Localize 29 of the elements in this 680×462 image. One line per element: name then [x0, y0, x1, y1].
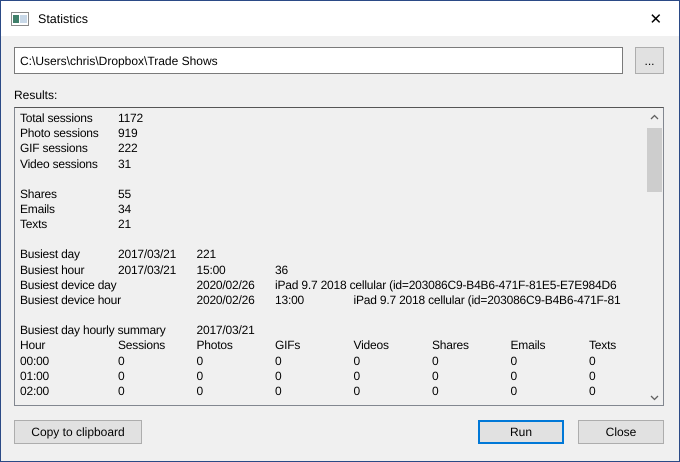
- result-line: GIF sessions 222: [20, 141, 138, 156]
- result-line: Texts 21: [20, 217, 131, 232]
- result-line: 02:00 0 0 0 0 0 0 0: [20, 384, 596, 398]
- result-line: 00:00 0 0 0 0 0 0 0: [20, 354, 596, 368]
- scroll-up-icon[interactable]: [650, 114, 659, 120]
- dialog-button[interactable]: Run: [478, 420, 564, 444]
- result-line: Shares 55: [20, 186, 131, 201]
- path-field[interactable]: C:\Users\chris\Dropbox\Trade Shows: [14, 47, 623, 74]
- result-line: Busiest device day 2020/02/26 iPad 9.7 2018 cellular (id=203086C9-B4B6-471F-81E5-E7E984D6: [20, 278, 616, 292]
- result-line: Emails 34: [20, 202, 131, 216]
- result-line: 01:00 0 0 0 0 0 0 0: [20, 368, 596, 383]
- result-line: Photo sessions 919: [20, 126, 138, 140]
- results-label: Results:: [14, 88, 58, 102]
- close-button[interactable]: ✕: [633, 1, 679, 36]
- result-line: Total sessions 1172: [20, 111, 144, 125]
- results-text-area[interactable]: [14, 107, 664, 406]
- dialog-button[interactable]: Close: [578, 420, 664, 444]
- scroll-down-icon[interactable]: [650, 395, 659, 401]
- result-line: Hour Sessions Photos GIFs Videos Shares Emails Texts: [20, 338, 616, 352]
- result-line: Video sessions 31: [20, 156, 131, 171]
- result-line: Busiest day hourly summary 2017/03/21: [20, 323, 255, 338]
- scrollbar-thumb[interactable]: [647, 128, 662, 192]
- result-line: Busiest hour 2017/03/21 15:00 36: [20, 262, 288, 277]
- dialog-button[interactable]: Copy to clipboard: [14, 420, 142, 444]
- result-line: Busiest device hour 2020/02/26 13:00 iPad 9.7 2018 cellular (id=203086C9-B4B6-471F-81: [20, 293, 620, 308]
- window-title: Statistics: [38, 12, 90, 26]
- browse-button[interactable]: ...: [635, 47, 664, 74]
- window-app-icon: [11, 12, 29, 26]
- result-line: Busiest day 2017/03/21 221: [20, 247, 216, 262]
